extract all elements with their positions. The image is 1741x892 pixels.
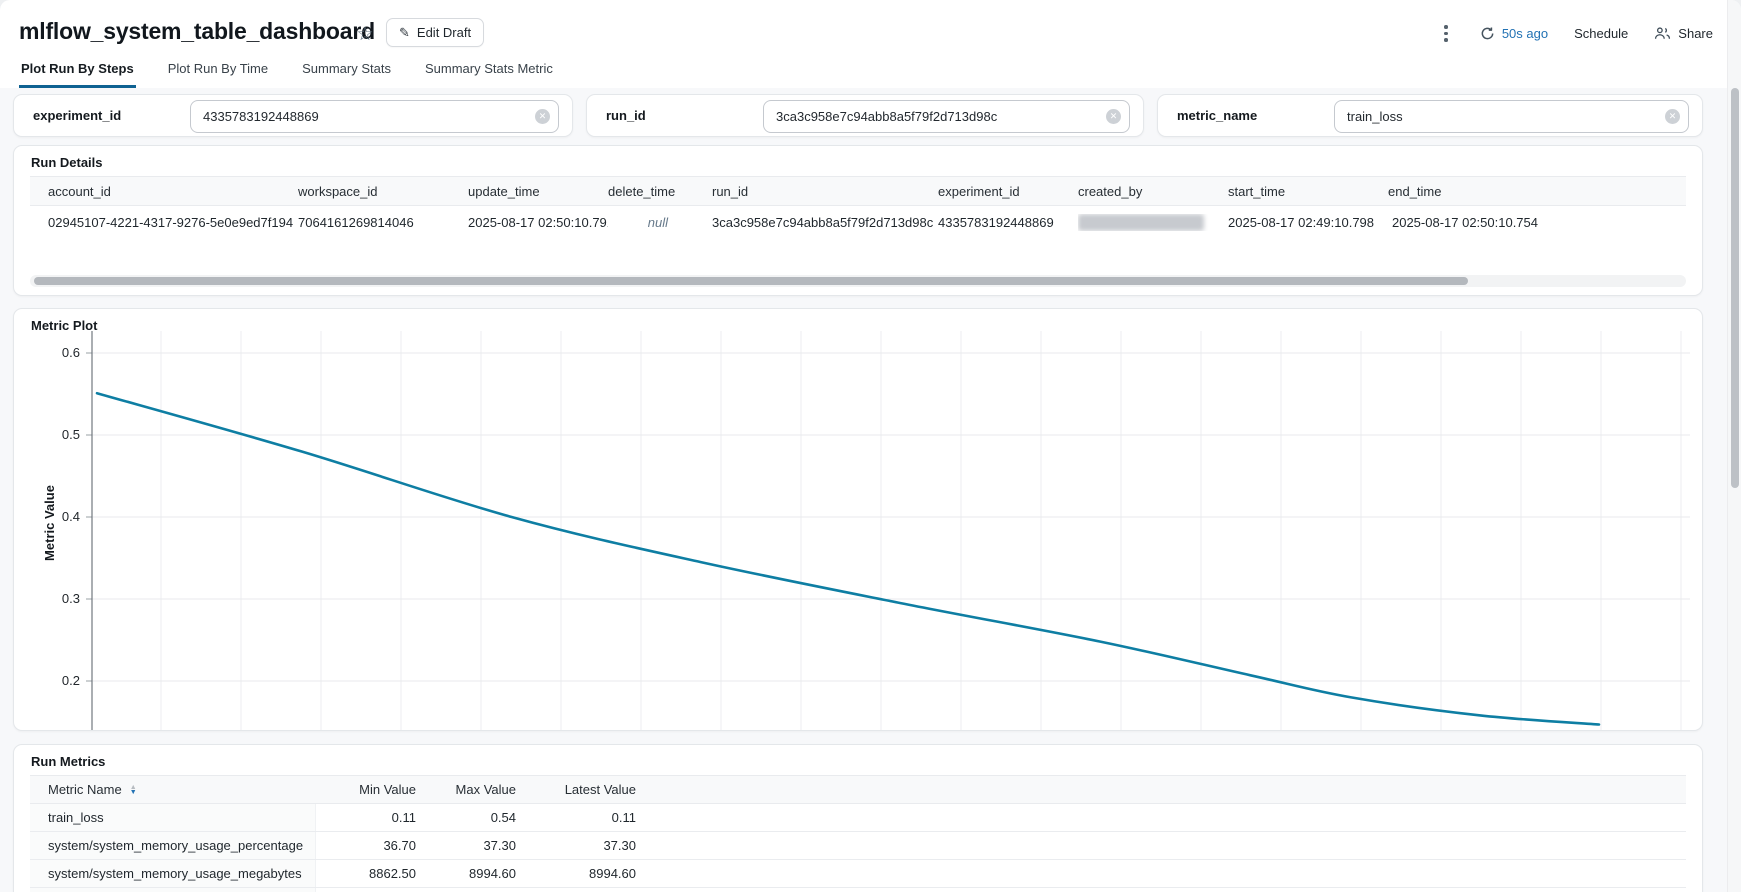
run-id-input[interactable] (763, 100, 1130, 133)
col-max-value[interactable]: Max Value (436, 782, 536, 797)
y-tick-0.2: 0.2 (50, 673, 80, 688)
metric-name-cell (30, 888, 316, 892)
refresh-icon (1480, 26, 1495, 41)
max-value-cell: 37.30 (436, 838, 536, 853)
run-details-title: Run Details (31, 155, 103, 170)
tab-plot-run-by-steps[interactable]: Plot Run By Steps (19, 52, 136, 88)
filter-label-experiment-id: experiment_id (33, 108, 121, 123)
metric-row-partial (30, 888, 1686, 892)
clear-run-id-icon[interactable]: ✕ (1106, 109, 1121, 124)
col-latest-value[interactable]: Latest Value (536, 782, 656, 797)
filter-run-id: run_id ✕ (586, 94, 1144, 137)
run-details-table: account_id workspace_id update_time dele… (30, 176, 1686, 238)
metric-name-header-label: Metric Name (48, 782, 122, 797)
col-run-id[interactable]: run_id (688, 184, 938, 199)
filter-label-run-id: run_id (606, 108, 646, 123)
metric-line-chart[interactable] (84, 309, 1700, 731)
share-label: Share (1678, 26, 1713, 41)
min-value-cell: 0.11 (316, 810, 436, 825)
workspace-id-value: 7064161269814046 (298, 215, 468, 230)
schedule-button[interactable]: Schedule (1574, 26, 1628, 41)
run-metrics-table: Metric Name ▲▼ Min Value Max Value Lates… (30, 775, 1686, 892)
metric-plot-card: Metric Plot Metric Value 0.6 0.5 0.4 0.3… (13, 308, 1703, 731)
y-tick-0.4: 0.4 (50, 509, 80, 524)
account-id-value: 02945107-4221-4317-9276-5e0e9ed7f194 (48, 215, 298, 230)
run-details-data-row: 02945107-4221-4317-9276-5e0e9ed7f194 706… (30, 206, 1686, 238)
y-tick-0.3: 0.3 (50, 591, 80, 606)
metric-row-memory-percentage: system/system_memory_usage_percentage 36… (30, 832, 1686, 860)
col-min-value[interactable]: Min Value (316, 782, 436, 797)
clear-metric-name-icon[interactable]: ✕ (1665, 109, 1680, 124)
favorite-star-icon[interactable]: ☆ (352, 21, 378, 47)
min-value-cell: 8862.50 (316, 866, 436, 881)
latest-value-cell: 37.30 (536, 838, 656, 853)
top-bar: mlflow_system_table_dashboard ☆ ✎ Edit D… (0, 0, 1741, 88)
experiment-id-input[interactable] (190, 100, 559, 133)
experiment-id-value: 4335783192448869 (938, 215, 1078, 230)
top-bar-actions: 50s ago Schedule Share (1438, 21, 1713, 46)
created-by-redacted-blur (1078, 214, 1204, 231)
col-end-time[interactable]: end_time (1388, 184, 1538, 199)
col-workspace-id[interactable]: workspace_id (298, 184, 468, 199)
run-metrics-header-row: Metric Name ▲▼ Min Value Max Value Lates… (30, 775, 1686, 804)
edit-draft-button[interactable]: ✎ Edit Draft (386, 18, 484, 47)
run-details-header-row: account_id workspace_id update_time dele… (30, 176, 1686, 206)
metric-row-train-loss: train_loss 0.11 0.54 0.11 (30, 804, 1686, 832)
overflow-menu-button[interactable] (1438, 21, 1454, 46)
run-metrics-card: Run Metrics Metric Name ▲▼ Min Value Max… (13, 744, 1703, 892)
col-start-time[interactable]: start_time (1228, 184, 1388, 199)
col-delete-time[interactable]: delete_time (608, 184, 688, 199)
horizontal-scrollbar-thumb[interactable] (34, 277, 1468, 285)
col-metric-name[interactable]: Metric Name ▲▼ (30, 776, 316, 803)
metric-name-cell: train_loss (30, 804, 316, 831)
run-details-horizontal-scrollbar[interactable] (30, 275, 1686, 287)
latest-value-cell: 8994.60 (536, 866, 656, 881)
run-id-value: 3ca3c958e7c94abb8a5f79f2d713d98c (688, 215, 938, 230)
page-vertical-scrollbar[interactable] (1727, 0, 1741, 892)
run-details-card: Run Details account_id workspace_id upda… (13, 145, 1703, 296)
min-value-cell: 36.70 (316, 838, 436, 853)
y-tick-0.5: 0.5 (50, 427, 80, 442)
max-value-cell: 8994.60 (436, 866, 536, 881)
start-time-value: 2025-08-17 02:49:10.798 (1228, 215, 1388, 230)
metric-row-memory-megabytes: system/system_memory_usage_megabytes 886… (30, 860, 1686, 888)
delete-time-value: null (608, 215, 688, 230)
page-title: mlflow_system_table_dashboard (19, 18, 375, 45)
metric-name-input[interactable] (1334, 100, 1689, 133)
run-metrics-title: Run Metrics (31, 754, 105, 769)
y-tick-0.6: 0.6 (50, 345, 80, 360)
col-experiment-id[interactable]: experiment_id (938, 184, 1078, 199)
filter-experiment-id: experiment_id ✕ (13, 94, 573, 137)
tab-summary-stats[interactable]: Summary Stats (300, 52, 393, 88)
filter-label-metric-name: metric_name (1177, 108, 1257, 123)
end-time-value: 2025-08-17 02:50:10.754 (1388, 215, 1538, 230)
max-value-cell: 0.54 (436, 810, 536, 825)
metric-name-cell: system/system_memory_usage_percentage (30, 832, 316, 859)
dashboard-app: mlflow_system_table_dashboard ☆ ✎ Edit D… (0, 0, 1741, 892)
col-created-by[interactable]: created_by (1078, 184, 1228, 199)
sort-icon[interactable]: ▲▼ (130, 785, 137, 795)
edit-draft-label: Edit Draft (417, 25, 471, 40)
pencil-icon: ✎ (399, 25, 410, 41)
clear-experiment-id-icon[interactable]: ✕ (535, 109, 550, 124)
update-time-value: 2025-08-17 02:50:10.791 (468, 215, 608, 230)
filter-metric-name: metric_name ✕ (1157, 94, 1703, 137)
metric-name-cell: system/system_memory_usage_megabytes (30, 860, 316, 887)
col-account-id[interactable]: account_id (48, 184, 298, 199)
tab-plot-run-by-time[interactable]: Plot Run By Time (166, 52, 270, 88)
share-button[interactable]: Share (1654, 26, 1713, 41)
dashboard-tabs: Plot Run By Steps Plot Run By Time Summa… (19, 52, 555, 88)
refresh-timestamp: 50s ago (1502, 26, 1548, 41)
created-by-value (1078, 214, 1228, 231)
latest-value-cell: 0.11 (536, 810, 656, 825)
share-people-icon (1654, 26, 1671, 41)
refresh-button[interactable]: 50s ago (1480, 26, 1548, 41)
vertical-scrollbar-thumb[interactable] (1731, 88, 1739, 488)
col-update-time[interactable]: update_time (468, 184, 608, 199)
tab-summary-stats-metric[interactable]: Summary Stats Metric (423, 52, 555, 88)
